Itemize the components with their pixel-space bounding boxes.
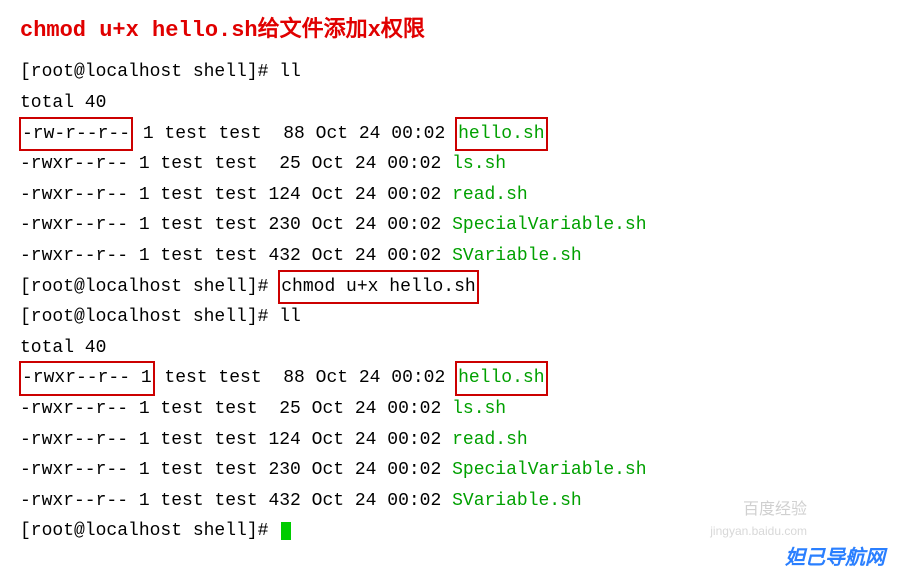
file-row: -rwxr--r-- 1 test test 230 Oct 24 00:02 … xyxy=(20,210,877,241)
permissions: -rwxr--r-- xyxy=(20,185,128,205)
filename-highlighted: hello.sh xyxy=(455,117,547,152)
command-text: ll xyxy=(279,62,301,82)
shell-prompt: [root@localhost shell]# xyxy=(20,277,279,297)
permissions: -rwxr--r-- xyxy=(20,154,128,174)
permissions: -rwxr--r-- xyxy=(20,215,128,235)
permissions-highlighted: -rwxr--r-- 1 xyxy=(19,361,155,396)
filename: read.sh xyxy=(452,185,528,205)
filename-highlighted: hello.sh xyxy=(455,361,547,396)
permissions-highlighted: -rw-r--r-- xyxy=(19,117,133,152)
filename: read.sh xyxy=(452,430,528,450)
permissions: -rwxr--r-- xyxy=(20,430,128,450)
shell-prompt: [root@localhost shell]# xyxy=(20,307,279,327)
file-row: -rwxr--r-- 1 test test 88 Oct 24 00:02 h… xyxy=(20,363,877,394)
file-row: -rwxr--r-- 1 test test 432 Oct 24 00:02 … xyxy=(20,486,877,517)
filename: ls.sh xyxy=(452,399,506,419)
terminal-line: total 40 xyxy=(20,333,877,364)
footer-logo: 妲己导航网 xyxy=(785,541,885,575)
permissions: -rwxr--r-- xyxy=(20,491,128,511)
file-row: -rwxr--r-- 1 test test 124 Oct 24 00:02 … xyxy=(20,425,877,456)
file-row: -rwxr--r-- 1 test test 432 Oct 24 00:02 … xyxy=(20,241,877,272)
file-listing-before: -rw-r--r-- 1 test test 88 Oct 24 00:02 h… xyxy=(20,119,877,272)
terminal-line: [root@localhost shell]# ll xyxy=(20,57,877,88)
chmod-command-highlighted: chmod u+x hello.sh xyxy=(278,270,478,305)
permissions: -rwxr--r-- xyxy=(20,399,128,419)
file-row: -rwxr--r-- 1 test test 25 Oct 24 00:02 l… xyxy=(20,394,877,425)
file-row: -rw-r--r-- 1 test test 88 Oct 24 00:02 h… xyxy=(20,119,877,150)
permissions: -rwxr--r-- xyxy=(20,246,128,266)
terminal-line: [root@localhost shell]# xyxy=(20,516,877,547)
terminal-line: [root@localhost shell]# ll xyxy=(20,302,877,333)
terminal-line: total 40 xyxy=(20,88,877,119)
permissions: -rwxr--r-- xyxy=(20,460,128,480)
filename: SVariable.sh xyxy=(452,491,582,511)
shell-prompt: [root@localhost shell]# xyxy=(20,521,279,541)
file-row: -rwxr--r-- 1 test test 124 Oct 24 00:02 … xyxy=(20,180,877,211)
file-listing-after: -rwxr--r-- 1 test test 88 Oct 24 00:02 h… xyxy=(20,363,877,516)
command-text: ll xyxy=(279,307,301,327)
cursor-icon[interactable] xyxy=(281,522,291,540)
shell-prompt: [root@localhost shell]# xyxy=(20,62,279,82)
filename: SpecialVariable.sh xyxy=(452,460,646,480)
file-row: -rwxr--r-- 1 test test 230 Oct 24 00:02 … xyxy=(20,455,877,486)
file-row: -rwxr--r-- 1 test test 25 Oct 24 00:02 l… xyxy=(20,149,877,180)
title-annotation: chmod u+x hello.sh给文件添加x权限 xyxy=(20,12,877,49)
filename: SpecialVariable.sh xyxy=(452,215,646,235)
filename: SVariable.sh xyxy=(452,246,582,266)
filename: ls.sh xyxy=(452,154,506,174)
terminal-line: [root@localhost shell]# chmod u+x hello.… xyxy=(20,272,877,303)
